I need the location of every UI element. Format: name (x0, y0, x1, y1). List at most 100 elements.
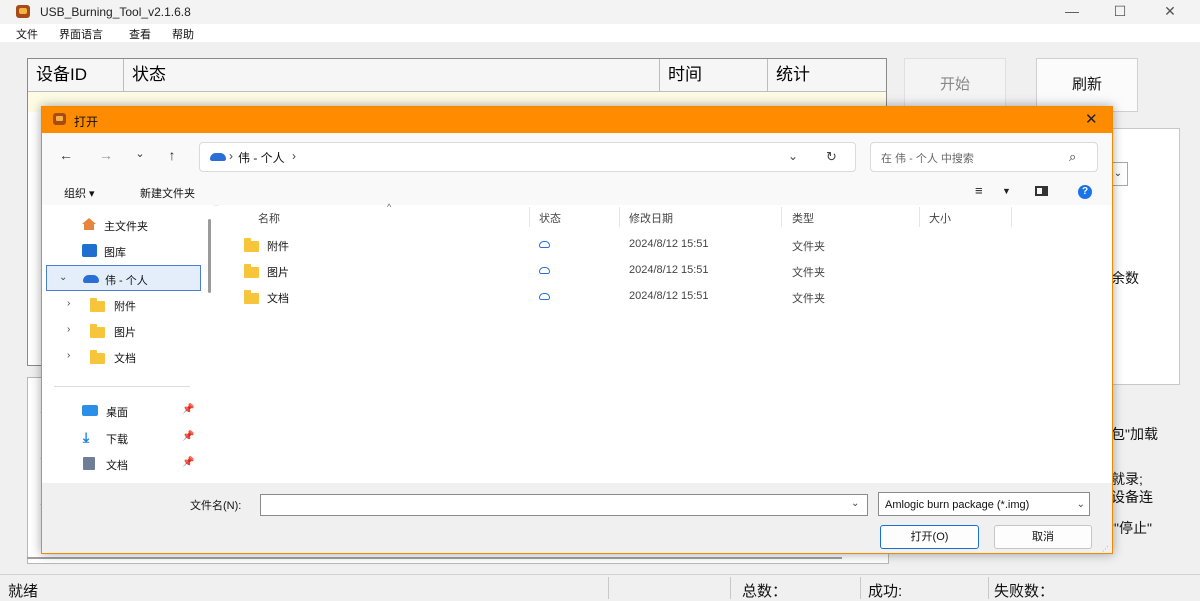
breadcrumb-separator-icon[interactable]: › (292, 149, 296, 163)
search-input[interactable]: 在 伟 - 个人 中搜索 ⌕ (870, 142, 1098, 172)
onedrive-cloud-icon (83, 275, 99, 283)
file-name: 图片 (267, 267, 289, 279)
nav-item-home[interactable]: 主文件夹 (42, 213, 214, 237)
status-divider (860, 577, 861, 599)
filename-input[interactable] (260, 494, 868, 516)
address-bar[interactable]: › 伟 - 个人 › ⌄ ↻ (199, 142, 856, 172)
column-divider[interactable] (529, 207, 530, 227)
chevron-down-icon[interactable]: ▼ (1002, 186, 1011, 196)
resize-grip-icon[interactable]: ⋰ (1102, 545, 1109, 553)
preview-pane-icon[interactable] (1035, 186, 1048, 196)
column-divider[interactable] (919, 207, 920, 227)
file-row[interactable]: 文档 2024/8/12 15:51 文件夹 (219, 285, 1112, 309)
desktop-icon (82, 405, 98, 416)
device-table-header: 设备ID 状态 时间 统计 (28, 59, 886, 92)
file-name: 附件 (267, 241, 289, 253)
nav-item-pictures[interactable]: › 图片 (42, 319, 214, 343)
pin-icon: 📌 (182, 431, 195, 442)
column-divider[interactable] (781, 207, 782, 227)
file-name: 文档 (267, 293, 289, 305)
help-icon[interactable]: ? (1078, 185, 1092, 199)
nav-item-label: 下载 (106, 434, 128, 446)
organize-button[interactable]: 组织 ▾ (64, 185, 95, 201)
nav-item-label: 文档 (106, 460, 128, 472)
file-type-select[interactable]: Amlogic burn package (*.img) ⌄ (878, 492, 1090, 516)
open-file-dialog: 打开 ✕ ← → ⌄ ↑ › 伟 - 个人 › ⌄ ↻ 在 伟 - 个人 中搜索… (41, 106, 1113, 554)
column-header-size[interactable]: 大小 (929, 210, 951, 226)
chevron-down-icon[interactable]: ⌄ (59, 272, 67, 283)
col-device-id[interactable]: 设备ID (28, 59, 124, 91)
menu-language[interactable]: 界面语言 (59, 26, 103, 42)
breadcrumb-item[interactable]: 伟 - 个人 (238, 149, 285, 166)
start-button[interactable]: 开始 (904, 58, 1006, 112)
chevron-down-icon[interactable]: ⌄ (788, 149, 798, 163)
nav-item-label: 图片 (114, 327, 136, 339)
app-titlebar: USB_Burning_Tool_v2.1.6.8 — ☐ ✕ (0, 0, 1200, 24)
nav-item-downloads[interactable]: ⤓ 下载 📌 (42, 426, 214, 450)
col-time[interactable]: 时间 (660, 59, 768, 91)
refresh-icon[interactable]: ↻ (826, 149, 837, 165)
nav-item-label: 伟 - 个人 (105, 275, 148, 287)
open-button[interactable]: 打开(O) (880, 525, 979, 549)
nav-item-attachments[interactable]: › 附件 (42, 293, 214, 317)
status-ready: 就绪 (8, 583, 39, 600)
file-row[interactable]: 图片 2024/8/12 15:51 文件夹 (219, 259, 1112, 283)
file-row[interactable]: 附件 2024/8/12 15:51 文件夹 (219, 233, 1112, 257)
chevron-right-icon[interactable]: › (67, 324, 70, 335)
nav-item-documents[interactable]: › 文档 (42, 345, 214, 369)
folder-icon (90, 350, 105, 364)
maximize-icon[interactable]: ☐ (1110, 3, 1130, 20)
file-date: 2024/8/12 15:51 (629, 238, 709, 250)
view-options-icon[interactable]: ≡ (975, 183, 983, 198)
menu-view[interactable]: 查看 (129, 26, 151, 42)
back-arrow-icon[interactable]: ← (56, 147, 76, 163)
gallery-icon (82, 244, 97, 257)
minimize-icon[interactable]: — (1062, 3, 1082, 19)
dialog-footer: 文件名(N): ⌄ Amlogic burn package (*.img) ⌄… (42, 483, 1112, 553)
close-icon[interactable]: ✕ (1160, 3, 1180, 20)
download-icon: ⤓ (83, 429, 90, 445)
status-divider (988, 577, 989, 599)
nav-divider (54, 386, 190, 387)
status-bar: 就绪 总数： 成功: 失败数： (0, 574, 1200, 601)
cancel-button[interactable]: 取消 (994, 525, 1092, 549)
column-header-modified[interactable]: 修改日期 (629, 210, 673, 226)
status-fail: 失败数： (994, 583, 1055, 600)
status-total: 总数： (742, 583, 788, 600)
nav-item-label: 文档 (114, 353, 136, 365)
file-list: ^ 名称 状态 修改日期 类型 大小 附件 2024/8/12 15:51 文件… (219, 202, 1112, 483)
nav-item-gallery[interactable]: 图库 (42, 239, 214, 263)
file-date: 2024/8/12 15:51 (629, 290, 709, 302)
hint-text-3: 设备连 (1111, 489, 1153, 505)
close-icon[interactable]: ✕ (1085, 110, 1098, 128)
file-type: 文件夹 (792, 267, 825, 279)
refresh-button[interactable]: 刷新 (1036, 58, 1138, 112)
nav-item-desktop[interactable]: 桌面 📌 (42, 399, 214, 423)
app-icon (53, 113, 66, 125)
col-status[interactable]: 状态 (124, 59, 660, 91)
menu-file[interactable]: 文件 (16, 26, 38, 42)
nav-item-onedrive[interactable]: ⌄ 伟 - 个人 (46, 265, 201, 291)
new-folder-button[interactable]: 新建文件夹 (140, 185, 195, 201)
recent-locations-icon[interactable]: ⌄ (130, 147, 150, 160)
column-divider[interactable] (1011, 207, 1012, 227)
column-header-type[interactable]: 类型 (792, 210, 814, 226)
search-placeholder: 在 伟 - 个人 中搜索 (881, 153, 974, 165)
folder-icon (244, 238, 259, 252)
horizontal-scrollbar[interactable] (27, 557, 842, 559)
navigation-scrollbar[interactable] (208, 219, 211, 293)
forward-arrow-icon[interactable]: → (96, 147, 116, 163)
up-arrow-icon[interactable]: ↑ (162, 147, 182, 163)
menu-help[interactable]: 帮助 (172, 26, 194, 42)
col-stats[interactable]: 统计 (768, 59, 886, 91)
status-success: 成功: (868, 583, 903, 600)
app-icon (16, 5, 30, 18)
chevron-right-icon[interactable]: › (67, 350, 70, 361)
chevron-right-icon[interactable]: › (67, 298, 70, 309)
menu-bar: 文件 界面语言 查看 帮助 (0, 24, 1200, 42)
chevron-down-icon[interactable]: ⌄ (1074, 493, 1085, 515)
column-header-name[interactable]: 名称 (258, 210, 280, 226)
column-divider[interactable] (619, 207, 620, 227)
nav-item-quick-documents[interactable]: 文档 📌 (42, 452, 214, 476)
column-header-status[interactable]: 状态 (539, 210, 561, 226)
